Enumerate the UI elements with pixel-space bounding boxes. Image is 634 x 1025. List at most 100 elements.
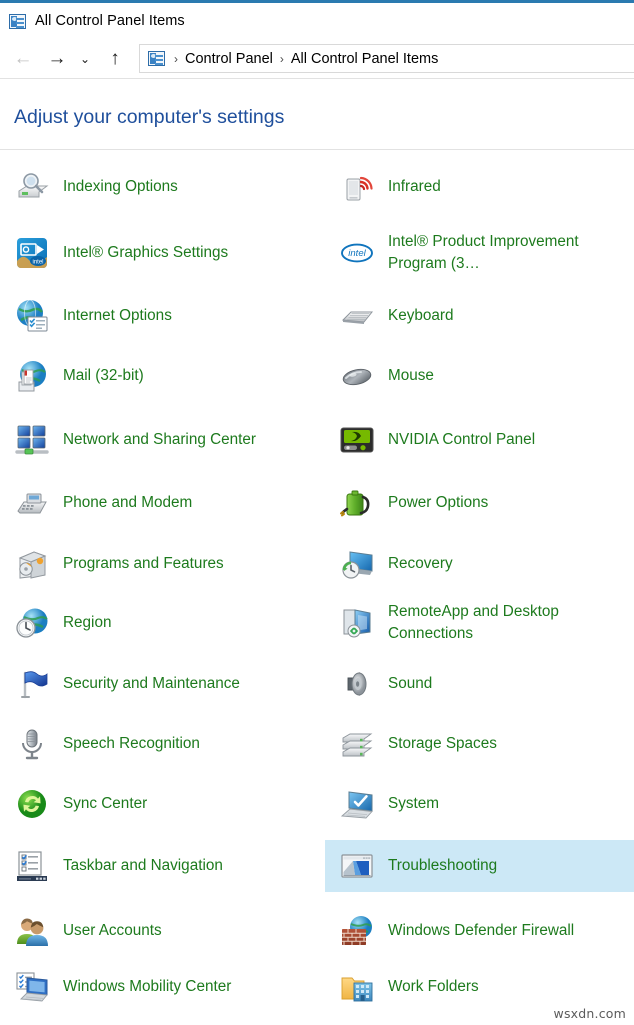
control-panel-item[interactable]: intel Intel® Graphics Settings — [0, 222, 300, 284]
svg-text:intel: intel — [348, 248, 366, 259]
system-icon — [339, 786, 375, 822]
control-panel-item-label: NVIDIA Control Panel — [388, 431, 536, 449]
internet-options-icon — [14, 298, 50, 334]
control-panel-item[interactable]: Power Options — [325, 477, 634, 529]
control-panel-item[interactable]: Security and Maintenance — [0, 658, 300, 710]
control-panel-item[interactable]: Storage Spaces — [325, 718, 634, 770]
up-icon[interactable]: ↑ — [100, 44, 130, 74]
control-panel-item-label: Storage Spaces — [388, 735, 497, 753]
control-panel-item-label: Phone and Modem — [63, 494, 193, 512]
control-panel-icon — [9, 13, 26, 29]
toolbar-divider — [0, 78, 634, 79]
back-icon[interactable]: ← — [8, 44, 38, 74]
control-panel-item-label: Mail (32-bit) — [63, 367, 144, 385]
remoteapp-icon — [339, 605, 375, 641]
control-panel-item[interactable]: Region — [0, 597, 300, 649]
control-panel-item[interactable]: Network and Sharing Center — [0, 409, 300, 471]
control-panel-item-label: Internet Options — [63, 307, 172, 325]
control-panel-item[interactable]: Phone and Modem — [0, 477, 300, 529]
control-panel-item[interactable]: RemoteApp and Desktop Connections — [325, 597, 634, 649]
control-panel-item[interactable]: Speech Recognition — [0, 718, 300, 770]
control-panel-window: All Control Panel Items ← → ⌄ ↑ › Contro… — [0, 0, 634, 1025]
watermark: wsxdn.com — [553, 1006, 626, 1021]
address-bar[interactable]: › Control Panel › All Control Panel Item… — [139, 44, 634, 73]
control-panel-item-label: Infrared — [388, 178, 441, 196]
intel-logo-icon: intel — [339, 235, 375, 271]
control-panel-item[interactable]: Windows Mobility Center — [0, 961, 300, 1013]
control-panel-item[interactable]: Indexing Options — [0, 161, 300, 213]
control-panel-item-label: Sync Center — [63, 795, 148, 813]
control-panel-item-label: Security and Maintenance — [63, 675, 240, 693]
control-panel-item[interactable]: Mail (32-bit) — [0, 350, 300, 402]
control-panel-item-label: User Accounts — [63, 922, 162, 940]
windows-defender-firewall-icon — [339, 913, 375, 949]
recovery-icon — [339, 546, 375, 582]
network-sharing-icon — [14, 422, 50, 458]
control-panel-item[interactable]: User Accounts — [0, 900, 300, 962]
control-panel-item-label: Keyboard — [388, 307, 454, 325]
control-panel-item[interactable]: Keyboard — [325, 290, 634, 342]
windows-mobility-center-icon — [14, 969, 50, 1005]
nvidia-icon — [339, 422, 375, 458]
control-panel-item[interactable]: Sync Center — [0, 778, 300, 830]
control-panel-item[interactable]: Sound — [325, 658, 634, 710]
sound-icon — [339, 666, 375, 702]
control-panel-item-label: Sound — [388, 675, 433, 693]
intel-graphics-icon: intel — [14, 235, 50, 271]
infrared-icon — [339, 169, 375, 205]
user-accounts-icon — [14, 913, 50, 949]
taskbar-navigation-icon — [14, 848, 50, 884]
control-panel-item[interactable]: Programs and Features — [0, 538, 300, 590]
forward-icon[interactable]: → — [42, 44, 72, 74]
control-panel-item[interactable]: Infrared — [325, 161, 634, 213]
keyboard-icon — [339, 298, 375, 334]
troubleshooting-icon — [339, 848, 375, 884]
control-panel-item[interactable]: System — [325, 778, 634, 830]
control-panel-item-label: Taskbar and Navigation — [63, 857, 223, 875]
breadcrumb-separator-icon: › — [174, 51, 178, 66]
control-panel-item-label: Power Options — [388, 494, 489, 512]
control-panel-item-label: Network and Sharing Center — [63, 431, 257, 449]
control-panel-item[interactable]: Taskbar and Navigation — [0, 840, 300, 892]
speech-recognition-icon — [14, 726, 50, 762]
breadcrumb-separator-icon: › — [279, 51, 284, 66]
mail-icon — [14, 358, 50, 394]
security-maintenance-icon — [14, 666, 50, 702]
control-panel-item[interactable]: Mouse — [325, 350, 634, 402]
mouse-icon — [339, 358, 375, 394]
control-panel-item-label: Windows Mobility Center — [63, 978, 232, 996]
breadcrumb-item-all-control-panel-items[interactable]: All Control Panel Items — [291, 51, 438, 67]
control-panel-item-label: Indexing Options — [63, 178, 178, 196]
window-title: All Control Panel Items — [35, 13, 185, 29]
control-panel-item-label: RemoteApp and Desktop Connections — [388, 603, 559, 642]
chevron-down-icon[interactable]: ⌄ — [74, 44, 96, 74]
programs-features-icon — [14, 546, 50, 582]
phone-modem-icon — [14, 485, 50, 521]
indexing-options-icon — [14, 169, 50, 205]
control-panel-item-label: Windows Defender Firewall — [388, 922, 575, 940]
control-panel-item-label: Troubleshooting — [388, 857, 498, 875]
power-options-icon — [339, 485, 375, 521]
title-bar: All Control Panel Items — [0, 3, 634, 39]
control-panel-item[interactable]: Recovery — [325, 538, 634, 590]
storage-spaces-icon — [339, 726, 375, 762]
control-panel-item-label: Intel® Product Improvement Program (3… — [388, 233, 579, 272]
breadcrumb-item-control-panel[interactable]: Control Panel — [185, 51, 273, 67]
control-panel-item-label: Recovery — [388, 555, 453, 573]
control-panel-item[interactable]: Windows Defender Firewall — [325, 900, 634, 962]
control-panel-item[interactable]: NVIDIA Control Panel — [325, 409, 634, 471]
navigation-bar: ← → ⌄ ↑ › Control Panel › All Control Pa… — [0, 39, 634, 78]
control-panel-item-label: Work Folders — [388, 978, 479, 996]
control-panel-item[interactable]: intel Intel® Product Improvement Program … — [325, 222, 634, 284]
control-panel-item-label: Region — [63, 614, 112, 632]
control-panel-item-label: Intel® Graphics Settings — [63, 244, 229, 262]
control-panel-item-label: Speech Recognition — [63, 735, 200, 753]
work-folders-icon — [339, 969, 375, 1005]
control-panel-item-label: Mouse — [388, 367, 434, 385]
control-panel-items-grid: Indexing Options Infrared intel Intel® Grap… — [0, 150, 634, 1025]
control-panel-item[interactable]: Troubleshooting — [325, 840, 634, 892]
sync-center-icon — [14, 786, 50, 822]
region-icon — [14, 605, 50, 641]
control-panel-item[interactable]: Internet Options — [0, 290, 300, 342]
control-panel-item-label: System — [388, 795, 439, 813]
